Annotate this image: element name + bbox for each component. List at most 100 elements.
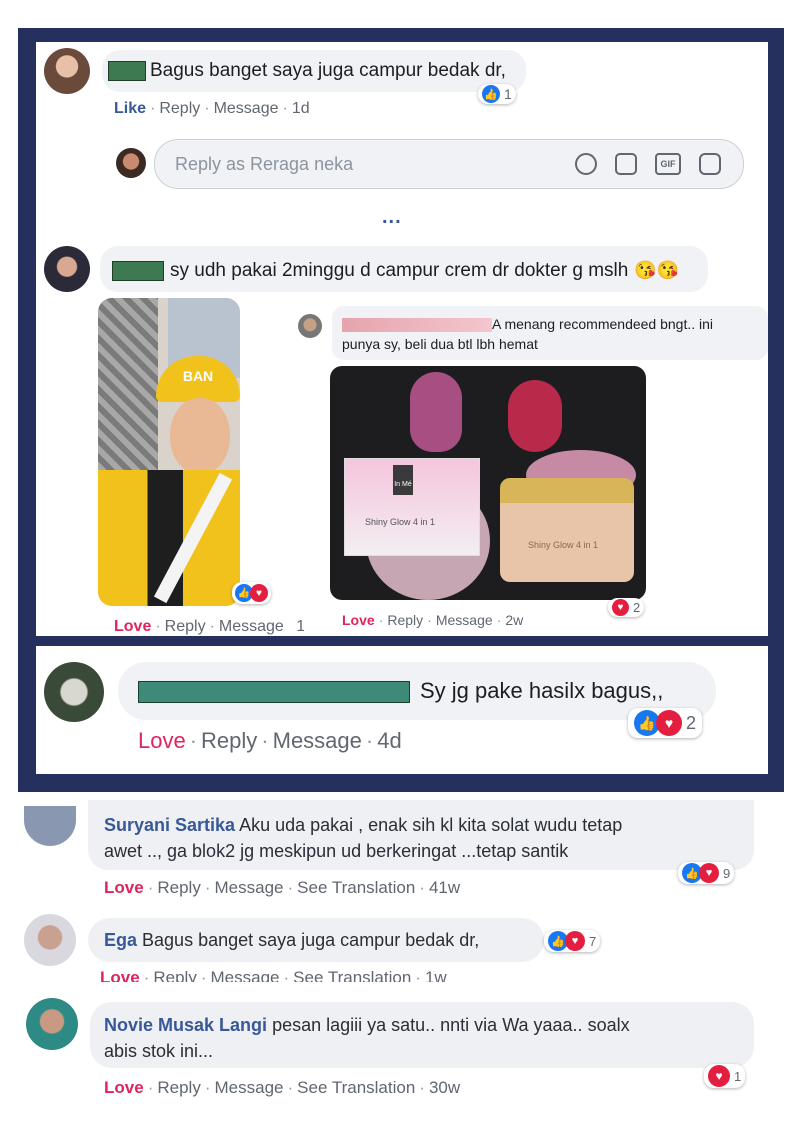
reaction-summary[interactable]: ♥ 2	[608, 598, 645, 617]
reaction-summary[interactable]: ♥ 1	[704, 1064, 746, 1088]
timestamp[interactable]: 4d	[377, 728, 401, 753]
message-link[interactable]: Message	[436, 612, 493, 628]
reply-placeholder: Reply as Reraga neka	[175, 154, 354, 174]
reaction-summary[interactable]: 👍 ♥	[232, 582, 271, 604]
love-link[interactable]: Love	[114, 618, 151, 635]
avatar[interactable]	[44, 662, 104, 722]
comment-text: sy udh pakai 2minggu d campur crem dr do…	[112, 260, 679, 282]
comment-text-body: Sy jg pake hasilx bagus,,	[420, 678, 664, 703]
comment-text: A menang recommendeed bngt.. ini punya s…	[342, 314, 713, 354]
message-link[interactable]: Message	[273, 728, 362, 753]
comment-text-line: punya sy, beli dua btl lbh hemat	[342, 336, 538, 352]
comment-text-line: Aku uda pakai , enak sih kl kita solat w…	[239, 815, 623, 835]
love-icon: ♥	[708, 1065, 730, 1087]
reply-link[interactable]: Reply	[153, 968, 196, 982]
redacted-name	[112, 260, 164, 281]
face	[170, 398, 230, 474]
reply-link[interactable]: Reply	[157, 1078, 200, 1097]
timestamp[interactable]: 1w	[296, 618, 304, 635]
wall-pattern	[98, 298, 158, 478]
avatar[interactable]	[24, 914, 76, 966]
comment-actions: Love · Reply · Message · See Translation · 41w	[104, 878, 461, 897]
reply-input[interactable]: Reply as Reraga neka GIF	[154, 139, 744, 189]
comment-text-line: abis stok ini...	[104, 1041, 214, 1061]
reply-link[interactable]: Reply	[387, 612, 423, 628]
like-link[interactable]: Like	[114, 100, 146, 117]
love-icon: ♥	[699, 863, 719, 883]
avatar[interactable]	[26, 998, 78, 1050]
comment-text: Suryani Sartika Aku uda pakai , enak sih…	[104, 812, 622, 864]
see-translation-link[interactable]: See Translation	[293, 968, 411, 982]
comment-actions: Love · Reply · Message · See Translation · 30w	[104, 1078, 461, 1097]
message-link[interactable]: Message	[219, 618, 284, 635]
love-link[interactable]: Love	[104, 1078, 144, 1097]
reaction-summary[interactable]: 👍 ♥ 7	[544, 930, 601, 952]
product-photo[interactable]: In Mé Shiny Glow 4 in 1 Shiny Glow 4 in …	[330, 366, 646, 600]
reaction-count: 9	[723, 865, 731, 881]
love-link[interactable]: Love	[342, 612, 375, 628]
comment-text-body: sy udh pakai 2minggu d campur crem dr do…	[170, 260, 629, 281]
comment-text-line: awet .., ga blok2 jg meskipun ud berkeri…	[104, 841, 569, 861]
avatar[interactable]	[44, 246, 90, 292]
reaction-count: 7	[589, 933, 597, 949]
comment-text-line: A menang recommendeed bngt.. ini	[492, 316, 714, 332]
reaction-count: 2	[686, 712, 697, 733]
avatar[interactable]	[44, 48, 90, 94]
love-link[interactable]: Love	[100, 968, 140, 982]
reply-avatar	[116, 148, 146, 178]
message-link[interactable]: Message	[215, 878, 284, 897]
commenter-name[interactable]: Novie Musak Langi	[104, 1015, 267, 1035]
message-link[interactable]: Message	[214, 100, 279, 117]
avatar[interactable]	[24, 806, 76, 846]
see-translation-link[interactable]: See Translation	[297, 878, 415, 897]
selfie-photo[interactable]: BAN	[98, 298, 240, 606]
reaction-count: 1	[734, 1068, 742, 1084]
redacted-name	[108, 60, 146, 81]
like-icon: 👍	[482, 85, 500, 103]
sponge-left	[410, 372, 462, 452]
box-logo: In Mé	[393, 465, 413, 495]
camera-icon[interactable]	[615, 153, 637, 175]
reply-link[interactable]: Reply	[157, 878, 200, 897]
message-link[interactable]: Message	[215, 1078, 284, 1097]
love-icon: ♥	[612, 599, 629, 616]
comment-text-body: Bagus banget saya juga campur bedak dr,	[150, 60, 506, 81]
gif-icon[interactable]: GIF	[655, 153, 681, 175]
redacted-name	[342, 318, 492, 333]
love-icon: ♥	[656, 710, 682, 736]
timestamp[interactable]: 1d	[292, 100, 310, 117]
sponge-right	[508, 380, 562, 452]
reaction-summary[interactable]: 👍 ♥ 9	[678, 862, 735, 884]
comment-actions: Love·Reply·Message 1w	[114, 618, 304, 636]
reaction-summary[interactable]: 👍 1	[478, 84, 516, 104]
redacted-name	[138, 681, 410, 704]
love-icon: ♥	[565, 931, 585, 951]
timestamp[interactable]: 30w	[429, 1078, 460, 1097]
sticker-icon[interactable]	[699, 153, 721, 175]
comment-text: Novie Musak Langi pesan lagiii ya satu..…	[104, 1012, 630, 1064]
more-replies-link[interactable]: ...	[382, 206, 402, 229]
reply-link[interactable]: Reply	[201, 728, 257, 753]
timestamp[interactable]: 1w	[425, 968, 447, 982]
comment-text: Bagus banget saya juga campur bedak dr,	[108, 60, 506, 82]
comment-actions: Love · Reply · Message · 4d	[138, 728, 402, 753]
avatar[interactable]	[298, 314, 322, 338]
cream-jar: Shiny Glow 4 in 1	[500, 478, 634, 582]
reply-link[interactable]: Reply	[159, 100, 200, 117]
reaction-count: 2	[633, 600, 641, 615]
comment-text: Sy jg pake hasilx bagus,,	[138, 678, 663, 704]
product-box: In Mé Shiny Glow 4 in 1	[344, 458, 480, 556]
message-link[interactable]: Message	[211, 968, 280, 982]
reply-link[interactable]: Reply	[165, 618, 206, 635]
love-link[interactable]: Love	[138, 728, 186, 753]
jar-label: Shiny Glow 4 in 1	[528, 540, 599, 550]
comment-text-line: pesan lagiii ya satu.. nnti via Wa yaaa.…	[272, 1015, 630, 1035]
love-link[interactable]: Love	[104, 878, 144, 897]
reaction-summary[interactable]: 👍 ♥ 2	[628, 708, 703, 738]
commenter-name[interactable]: Suryani Sartika	[104, 815, 235, 835]
emoji-icon[interactable]	[575, 153, 597, 175]
see-translation-link[interactable]: See Translation	[297, 1078, 415, 1097]
commenter-name[interactable]: Ega	[104, 930, 137, 950]
timestamp[interactable]: 41w	[429, 878, 460, 897]
timestamp[interactable]: 2w	[505, 612, 523, 628]
